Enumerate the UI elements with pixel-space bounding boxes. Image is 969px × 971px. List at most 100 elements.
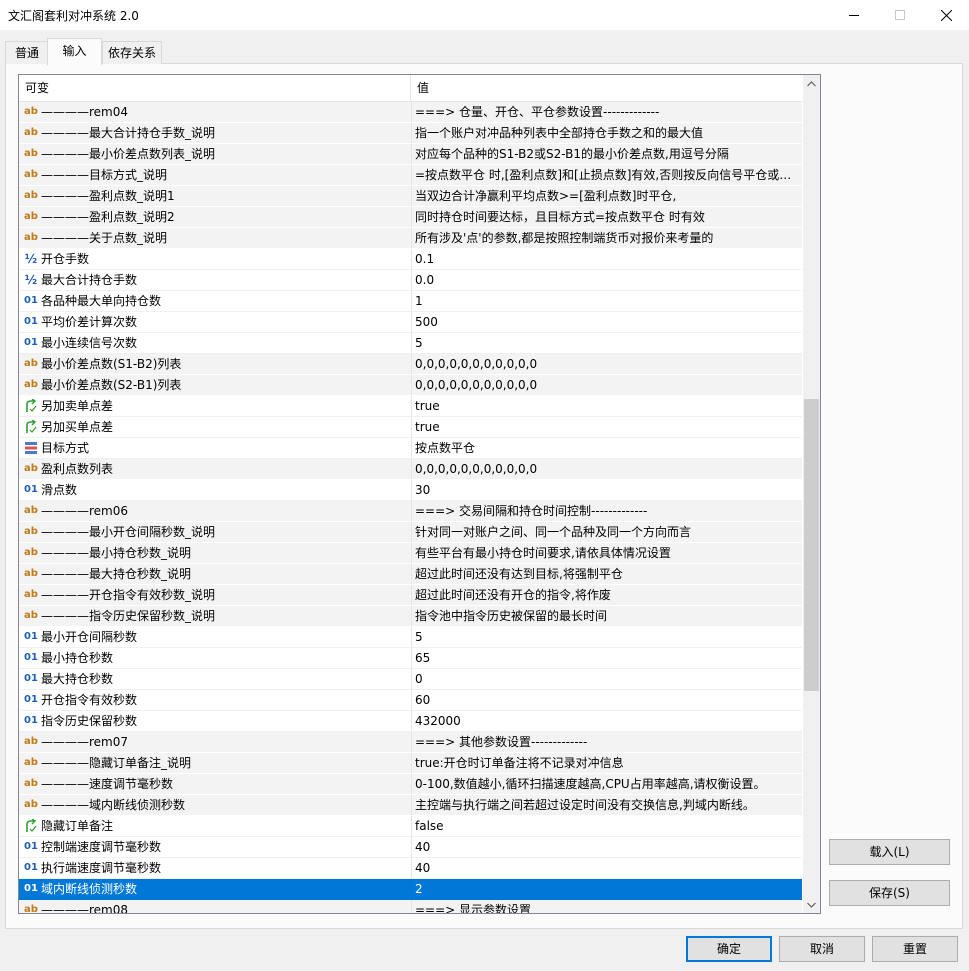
parameter-value-cell[interactable]: 指令池中指令历史被保留的最长时间 — [411, 606, 802, 626]
column-header-value[interactable]: 值 — [411, 75, 802, 101]
parameter-value-cell[interactable]: 40 — [411, 837, 802, 857]
parameter-value-cell[interactable]: 0-100,数值越小,循环扫描速度越高,CPU占用率越高,请权衡设置。 — [411, 774, 802, 794]
parameter-name-cell[interactable]: 01 滑点数 — [19, 480, 410, 500]
parameter-name-cell[interactable]: ab 最小价差点数(S2-B1)列表 — [19, 375, 410, 395]
table-row[interactable]: 01 各品种最大单向持仓数 1 — [19, 291, 802, 312]
parameter-name-cell[interactable]: 01 最小开仓间隔秒数 — [19, 627, 410, 647]
parameter-name-cell[interactable]: 01 控制端速度调节毫秒数 — [19, 837, 410, 857]
parameter-value-cell[interactable]: 432000 — [411, 711, 802, 731]
minimize-button[interactable] — [831, 0, 877, 30]
parameter-value-cell[interactable]: 30 — [411, 480, 802, 500]
parameter-value-cell[interactable]: 1 — [411, 291, 802, 311]
table-row[interactable]: ab ————rem04 ===> 仓量、开仓、平仓参数设置------------… — [19, 102, 802, 123]
table-row[interactable]: 01 平均价差计算次数 500 — [19, 312, 802, 333]
parameter-name-cell[interactable]: ab ————rem04 — [19, 102, 410, 122]
parameter-value-cell[interactable]: =按点数平仓 时,[盈利点数]和[止损点数]有效,否则按反向信号平仓或不... — [411, 165, 802, 185]
parameter-value-cell[interactable]: 0 — [411, 669, 802, 689]
parameter-value-cell[interactable]: ===> 其他参数设置------------- — [411, 732, 802, 752]
tab-inputs[interactable]: 输入 — [47, 38, 102, 65]
parameter-name-cell[interactable]: ab ————盈利点数_说明2 — [19, 207, 410, 227]
parameter-value-cell[interactable]: 0,0,0,0,0,0,0,0,0,0,0 — [411, 459, 802, 479]
table-row[interactable]: 01 最大持仓秒数 0 — [19, 669, 802, 690]
parameter-value-cell[interactable]: 针对同一对账户之间、同一个品种及同一个方向而言 — [411, 522, 802, 542]
table-row[interactable]: ab ————rem08 ===> 显示参数设置 — [19, 900, 802, 913]
table-row[interactable]: ab ————最小持仓秒数_说明 有些平台有最小持仓时间要求,请依具体情况设置 — [19, 543, 802, 564]
parameter-name-cell[interactable]: 隐藏订单备注 — [19, 816, 410, 836]
parameter-name-cell[interactable]: ab 最小价差点数(S1-B2)列表 — [19, 354, 410, 374]
scroll-up-button[interactable] — [803, 75, 820, 92]
parameter-name-cell[interactable]: 01 执行端速度调节毫秒数 — [19, 858, 410, 878]
parameter-value-cell[interactable]: true — [411, 417, 802, 437]
table-row[interactable]: 01 开仓指令有效秒数 60 — [19, 690, 802, 711]
parameter-name-cell[interactable]: ab ————最小开仓间隔秒数_说明 — [19, 522, 410, 542]
table-row[interactable]: 01 最小连续信号次数 5 — [19, 333, 802, 354]
table-row[interactable]: 01 控制端速度调节毫秒数 40 — [19, 837, 802, 858]
parameter-name-cell[interactable]: ab ————rem06 — [19, 501, 410, 521]
table-row[interactable]: 01 最小开仓间隔秒数 5 — [19, 627, 802, 648]
scroll-down-button[interactable] — [803, 896, 820, 913]
table-row[interactable]: 另加卖单点差 true — [19, 396, 802, 417]
table-row[interactable]: 目标方式 按点数平仓 — [19, 438, 802, 459]
parameter-name-cell[interactable]: 01 域内断线侦测秒数 — [19, 879, 410, 899]
parameter-name-cell[interactable]: ab ————目标方式_说明 — [19, 165, 410, 185]
parameter-name-cell[interactable]: ab ————最大持仓秒数_说明 — [19, 564, 410, 584]
tab-dependencies[interactable]: 依存关系 — [102, 41, 162, 64]
parameter-name-cell[interactable]: 另加买单点差 — [19, 417, 410, 437]
parameter-name-cell[interactable]: ab ————最小价差点数列表_说明 — [19, 144, 410, 164]
parameter-value-cell[interactable]: false — [411, 816, 802, 836]
parameter-value-cell[interactable]: 60 — [411, 690, 802, 710]
table-row[interactable]: ab ————最小开仓间隔秒数_说明 针对同一对账户之间、同一个品种及同一个方向而言 — [19, 522, 802, 543]
save-button[interactable]: 保存(S) — [829, 880, 950, 906]
table-row[interactable]: 01 最小持仓秒数 65 — [19, 648, 802, 669]
table-row[interactable]: ab ————速度调节毫秒数 0-100,数值越小,循环扫描速度越高,CPU占用率越… — [19, 774, 802, 795]
parameter-name-cell[interactable]: 目标方式 — [19, 438, 410, 458]
table-row[interactable]: 另加买单点差 true — [19, 417, 802, 438]
table-row[interactable]: ab ————盈利点数_说明2 同时持仓时间要达标，且目标方式=按点数平仓 时有效 — [19, 207, 802, 228]
parameter-name-cell[interactable]: ab 盈利点数列表 — [19, 459, 410, 479]
parameter-name-cell[interactable]: ½ 最大合计持仓手数 — [19, 270, 410, 290]
table-row[interactable]: ab ————最大持仓秒数_说明 超过此时间还没有达到目标,将强制平仓 — [19, 564, 802, 585]
parameter-value-cell[interactable]: 5 — [411, 333, 802, 353]
table-row[interactable]: ab ————隐藏订单备注_说明 true:开仓时订单备注将不记录对冲信息 — [19, 753, 802, 774]
parameter-value-cell[interactable]: 0,0,0,0,0,0,0,0,0,0,0 — [411, 354, 802, 374]
parameter-value-cell[interactable]: 超过此时间还没有开仓的指令,将作废 — [411, 585, 802, 605]
close-button[interactable] — [923, 0, 969, 30]
parameter-name-cell[interactable]: ab ————rem08 — [19, 900, 410, 913]
parameter-value-cell[interactable]: 超过此时间还没有达到目标,将强制平仓 — [411, 564, 802, 584]
table-row[interactable]: ab ————rem06 ===> 交易间隔和持仓时间控制------------- — [19, 501, 802, 522]
parameter-value-cell[interactable]: 500 — [411, 312, 802, 332]
parameter-value-cell[interactable]: ===> 仓量、开仓、平仓参数设置------------- — [411, 102, 802, 122]
parameter-value-cell[interactable]: 2 — [411, 879, 802, 899]
parameter-name-cell[interactable]: 01 最大持仓秒数 — [19, 669, 410, 689]
parameter-name-cell[interactable]: ½ 开仓手数 — [19, 249, 410, 269]
table-row-selected[interactable]: 01 域内断线侦测秒数 2 — [19, 879, 802, 900]
parameter-value-cell[interactable]: 0.1 — [411, 249, 802, 269]
cancel-button[interactable]: 取消 — [779, 936, 865, 962]
load-button[interactable]: 载入(L) — [829, 839, 950, 865]
parameter-name-cell[interactable]: ab ————最大合计持仓手数_说明 — [19, 123, 410, 143]
parameter-name-cell[interactable]: 01 平均价差计算次数 — [19, 312, 410, 332]
table-row[interactable]: ab ————域内断线侦测秒数 主控端与执行端之间若超过设定时间没有交换信息,判域内… — [19, 795, 802, 816]
table-row[interactable]: 01 指令历史保留秒数 432000 — [19, 711, 802, 732]
table-row[interactable]: ½ 开仓手数 0.1 — [19, 249, 802, 270]
parameter-name-cell[interactable]: 01 最小连续信号次数 — [19, 333, 410, 353]
table-row[interactable]: ab ————开仓指令有效秒数_说明 超过此时间还没有开仓的指令,将作废 — [19, 585, 802, 606]
reset-button[interactable]: 重置 — [872, 936, 958, 962]
parameter-name-cell[interactable]: ab ————最小持仓秒数_说明 — [19, 543, 410, 563]
scrollbar-thumb[interactable] — [804, 399, 819, 691]
parameter-value-cell[interactable]: 所有涉及'点'的参数,都是按照控制端货币对报价来考量的 — [411, 228, 802, 248]
ok-button[interactable]: 确定 — [686, 936, 772, 962]
parameter-name-cell[interactable]: ab ————盈利点数_说明1 — [19, 186, 410, 206]
parameter-value-cell[interactable]: true — [411, 396, 802, 416]
tab-general[interactable]: 普通 — [5, 41, 49, 64]
parameter-value-cell[interactable]: ===> 交易间隔和持仓时间控制------------- — [411, 501, 802, 521]
parameter-name-cell[interactable]: 另加卖单点差 — [19, 396, 410, 416]
parameter-value-cell[interactable]: 40 — [411, 858, 802, 878]
table-row[interactable]: ab ————指令历史保留秒数_说明 指令池中指令历史被保留的最长时间 — [19, 606, 802, 627]
parameter-value-cell[interactable]: 0.0 — [411, 270, 802, 290]
table-row[interactable]: ab ————最大合计持仓手数_说明 指一个账户对冲品种列表中全部持仓手数之和的最大… — [19, 123, 802, 144]
parameter-value-cell[interactable]: 主控端与执行端之间若超过设定时间没有交换信息,判域内断线。 — [411, 795, 802, 815]
table-row[interactable]: ½ 最大合计持仓手数 0.0 — [19, 270, 802, 291]
parameter-name-cell[interactable]: 01 开仓指令有效秒数 — [19, 690, 410, 710]
parameter-value-cell[interactable]: 当双边合计净赢利平均点数>=[盈利点数]时平仓, — [411, 186, 802, 206]
